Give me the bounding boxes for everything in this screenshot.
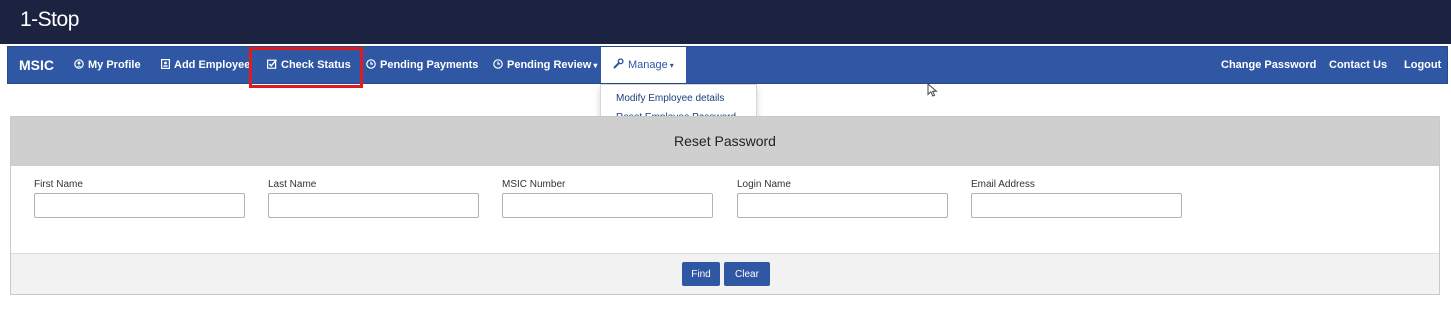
nav-contact-us[interactable]: Contact Us <box>1329 47 1387 83</box>
nav-pending-review[interactable]: Pending Review ▾ <box>493 47 597 83</box>
check-square-icon <box>267 59 277 72</box>
main-navbar: MSIC My Profile Add Employee Check Statu… <box>7 46 1448 84</box>
login-name-input[interactable] <box>737 193 948 218</box>
nav-add-employee[interactable]: Add Employee <box>161 47 250 83</box>
login-name-label: Login Name <box>737 179 791 190</box>
nav-add-employee-label: Add Employee <box>174 59 251 71</box>
nav-check-status-label: Check Status <box>281 59 351 71</box>
user-circle-icon <box>74 58 84 72</box>
nav-logout[interactable]: Logout <box>1404 47 1441 83</box>
panel-title: Reset Password <box>674 133 776 149</box>
wrench-icon <box>613 58 624 72</box>
msic-number-label: MSIC Number <box>502 179 566 190</box>
panel-header: Reset Password <box>11 117 1439 166</box>
id-card-icon <box>161 58 171 72</box>
email-address-input[interactable] <box>971 193 1182 218</box>
email-address-label: Email Address <box>971 179 1035 190</box>
last-name-label: Last Name <box>268 179 317 190</box>
first-name-input[interactable] <box>34 193 245 218</box>
nav-brand-msic[interactable]: MSIC <box>19 47 54 83</box>
clock-icon <box>493 58 503 72</box>
nav-change-password[interactable]: Change Password <box>1221 47 1316 83</box>
nav-pending-payments-label: Pending Payments <box>380 59 479 71</box>
chevron-down-icon: ▾ <box>593 60 598 70</box>
top-header: 1-Stop <box>0 0 1451 44</box>
reset-password-panel: Reset Password First Name Last Name MSIC… <box>10 116 1440 295</box>
nav-manage[interactable]: Manage ▾ <box>601 47 686 83</box>
logo[interactable]: 1-Stop <box>20 8 79 32</box>
mouse-cursor-icon <box>927 83 938 97</box>
menu-item-modify-employee-details[interactable]: Modify Employee details <box>616 93 724 104</box>
last-name-input[interactable] <box>268 193 479 218</box>
find-button[interactable]: Find <box>682 262 720 286</box>
clock-icon <box>366 58 376 72</box>
nav-manage-label: Manage <box>628 59 668 71</box>
first-name-label: First Name <box>34 179 83 190</box>
msic-number-input[interactable] <box>502 193 713 218</box>
nav-pending-payments[interactable]: Pending Payments <box>366 47 478 83</box>
nav-pending-review-label: Pending Review <box>507 59 592 71</box>
clear-button[interactable]: Clear <box>724 262 770 286</box>
nav-my-profile[interactable]: My Profile <box>74 47 141 83</box>
chevron-down-icon: ▾ <box>669 60 674 70</box>
nav-my-profile-label: My Profile <box>88 59 141 71</box>
nav-check-status[interactable]: Check Status <box>267 47 351 83</box>
